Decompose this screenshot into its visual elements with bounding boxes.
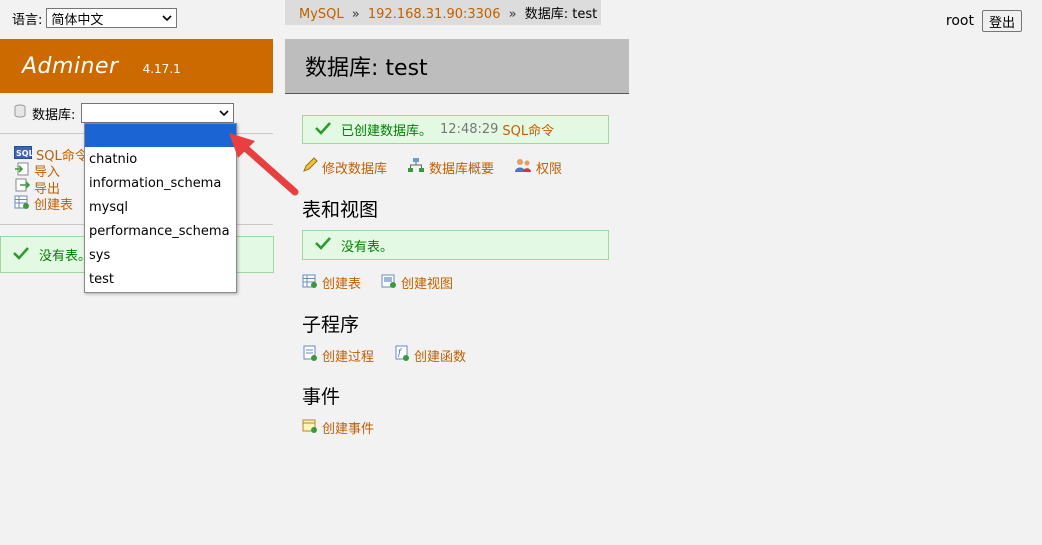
export-icon [14,178,31,196]
dropdown-option[interactable]: mysql [85,195,236,219]
breadcrumb-separator: » [508,7,517,22]
page-title: 数据库: test [285,39,629,94]
language-value: 简体中文 [51,12,104,28]
user-area: root 登出 [946,10,1022,32]
database-actions: 修改数据库 数据库概要 权限 [302,157,562,177]
breadcrumb-system-link[interactable]: MySQL [299,7,344,22]
privileges-icon [514,157,532,177]
dropdown-option[interactable]: chatnio [85,147,236,171]
dropdown-option[interactable]: information_schema [85,171,236,195]
breadcrumb-server-link[interactable]: 192.168.31.90:3306 [368,7,501,22]
action-label[interactable]: 权限 [536,158,562,177]
database-label: 数据库: [32,107,76,123]
import-icon [14,162,30,180]
dropdown-option[interactable]: sys [85,243,236,267]
message-time: 12:48:29 [440,122,499,137]
app-name: Adminer [22,53,119,79]
alter-database-link[interactable]: 修改数据库 [302,157,387,177]
sidebar-item-export[interactable]: 导出 [14,178,88,197]
create-view-icon [381,274,397,292]
create-function-link[interactable]: f 创建函数 [394,345,466,365]
action-label[interactable]: 数据库概要 [429,158,494,177]
sql-command-link[interactable]: SQL命令 [502,120,554,139]
create-event-icon [302,417,318,437]
database-dropdown-list[interactable]: chatnio information_schema mysql perform… [84,123,237,293]
tables-views-heading: 表和视图 [302,199,379,221]
routine-actions: 创建过程 f 创建函数 [302,345,466,365]
logout-button[interactable]: 登出 [981,10,1022,32]
svg-text:SQL: SQL [16,149,32,158]
check-icon [13,246,29,264]
database-icon [14,104,26,122]
db-created-message: 已创建数据库。 12:48:29 SQL命令 [302,115,609,144]
app-version: 4.17.1 [142,62,181,76]
create-table-link[interactable]: 创建表 [302,273,361,292]
create-table-icon [302,274,318,292]
create-event-link[interactable]: 创建事件 [302,417,374,437]
breadcrumb: MySQL » 192.168.31.90:3306 » 数据库: test [285,0,601,25]
action-label[interactable]: 创建表 [322,273,361,292]
language-label: 语言: [12,12,43,28]
database-selector: 数据库: [14,103,235,123]
create-procedure-link[interactable]: 创建过程 [302,345,374,365]
sidebar-links: SQL SQL命令 导入 导出 创建表 [14,145,88,213]
check-icon [315,121,331,139]
database-select[interactable] [81,103,235,123]
dropdown-option-empty[interactable] [85,124,236,147]
annotation-arrow-icon [229,133,299,196]
chevron-down-icon [162,11,172,26]
logo-bar[interactable]: Adminer 4.17.1 [0,39,273,93]
breadcrumb-current: 数据库: test [524,7,598,22]
privileges-link[interactable]: 权限 [514,157,562,177]
sidebar-item-import[interactable]: 导入 [14,162,88,180]
sql-icon: SQL [14,145,34,163]
database-schema-link[interactable]: 数据库概要 [407,157,494,177]
username: root [945,13,974,29]
sidebar-item-label[interactable]: 创建表 [34,194,73,213]
event-actions: 创建事件 [302,417,374,437]
routines-heading: 子程序 [302,314,360,336]
action-label[interactable]: 修改数据库 [322,158,387,177]
language-select[interactable]: 简体中文 [46,8,178,28]
sidebar-item-sql[interactable]: SQL SQL命令 [14,145,88,164]
action-label[interactable]: 创建函数 [414,346,466,365]
schema-icon [407,157,425,177]
create-function-icon: f [394,345,410,365]
language-selector: 语言: 简体中文 [12,8,178,28]
chevron-down-icon [219,106,229,121]
create-view-link[interactable]: 创建视图 [381,273,453,292]
breadcrumb-separator: » [351,7,360,22]
no-tables-message: 没有表。 [302,230,609,260]
table-actions: 创建表 创建视图 [302,273,453,292]
message-text: 已创建数据库。 [341,124,433,139]
action-label[interactable]: 创建事件 [322,418,374,437]
create-table-icon [14,195,30,213]
sidebar-item-create-table[interactable]: 创建表 [14,194,88,213]
events-heading: 事件 [302,386,341,408]
dropdown-option[interactable]: test [85,267,236,291]
check-icon [315,236,331,254]
create-procedure-icon [302,345,318,365]
message-text: 没有表。 [341,239,394,255]
dropdown-option[interactable]: performance_schema [85,219,236,243]
action-label[interactable]: 创建过程 [322,346,374,365]
action-label[interactable]: 创建视图 [401,273,453,292]
